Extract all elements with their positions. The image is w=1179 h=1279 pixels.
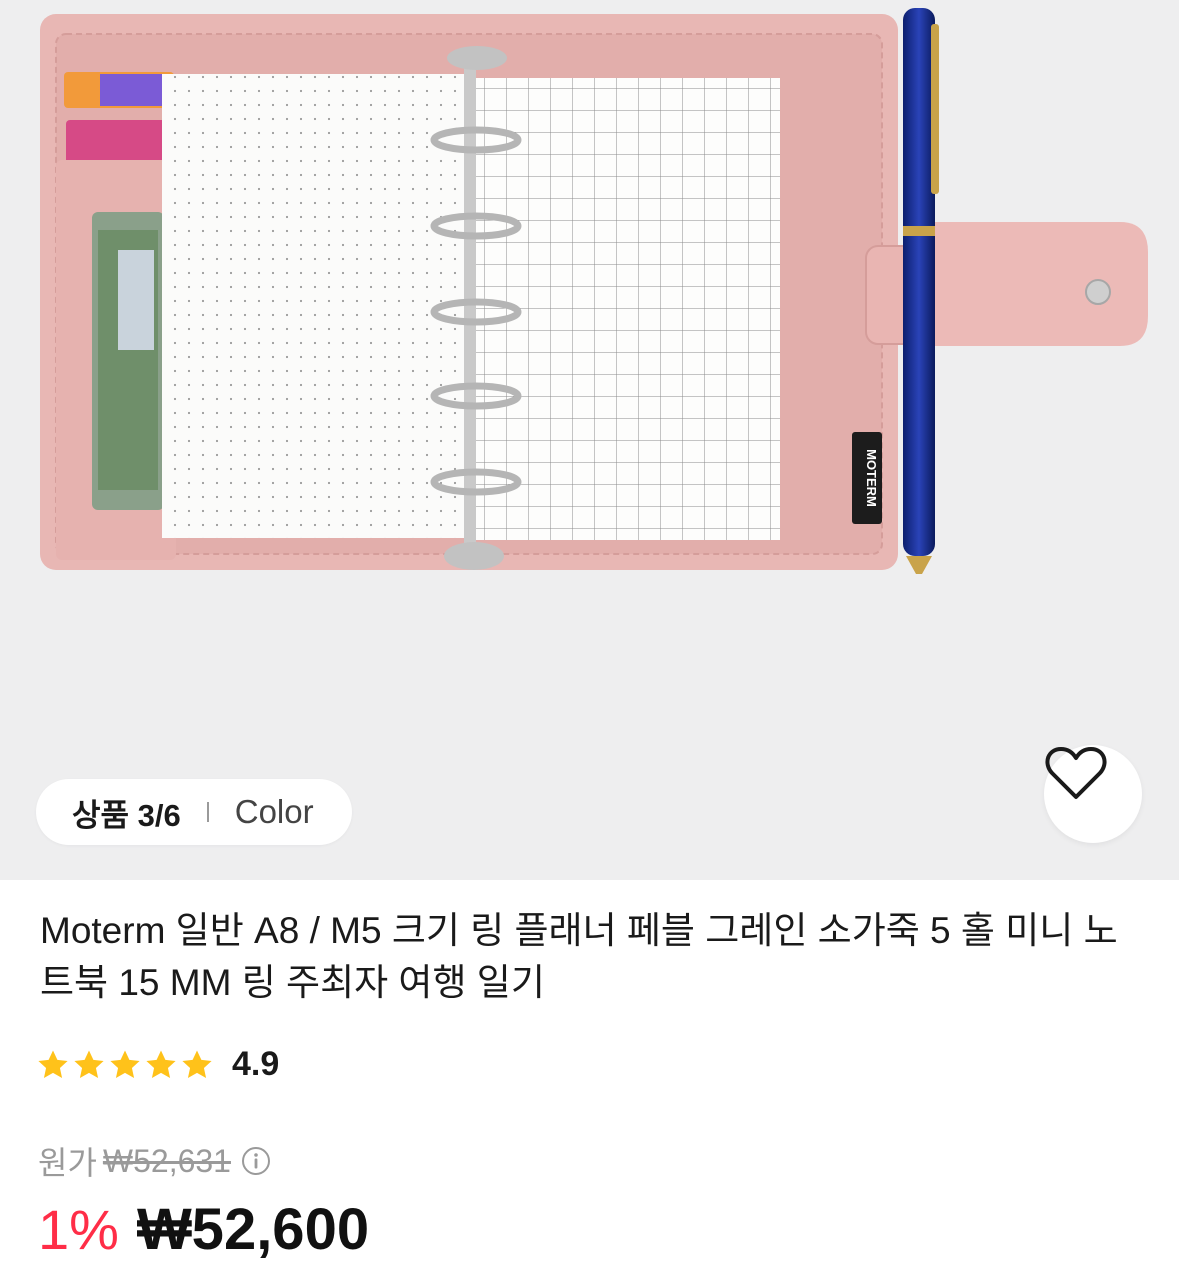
original-price-prefix: 원가 [38, 1145, 97, 1181]
divider [206, 802, 209, 822]
product-image-gallery[interactable]: MOTERM 상품 3/6 Color [0, 0, 1179, 880]
sale-price: ₩52,600 [136, 1197, 370, 1262]
star-icon [182, 1050, 212, 1078]
heart-outline-icon [1045, 747, 1107, 799]
original-price-value: ₩52,631 [102, 1142, 231, 1179]
star-icon [110, 1050, 140, 1078]
gallery-counter-pill[interactable]: 상품 3/6 Color [36, 779, 352, 845]
rating-value: 4.9 [232, 1045, 280, 1083]
star-icon [38, 1050, 68, 1078]
rating-stars [36, 1048, 214, 1082]
product-photo: MOTERM [40, 8, 1148, 574]
variant-label: Color [234, 793, 314, 830]
original-price: 원가 ₩52,631 [38, 1138, 271, 1184]
brand-label: MOTERM [864, 449, 879, 507]
info-circle-icon[interactable] [241, 1146, 271, 1176]
star-icon [74, 1050, 104, 1078]
gallery-counter: 상품 3/6 [72, 797, 181, 833]
price-row: 1% ₩52,600 [38, 1196, 369, 1263]
rating[interactable]: 4.9 [36, 1045, 279, 1084]
discount-percent: 1% [38, 1198, 119, 1261]
wishlist-button[interactable] [1044, 745, 1142, 843]
product-title: Moterm 일반 A8 / M5 크기 링 플래너 페블 그레인 소가죽 5 … [40, 910, 1118, 1003]
star-icon [146, 1050, 176, 1078]
